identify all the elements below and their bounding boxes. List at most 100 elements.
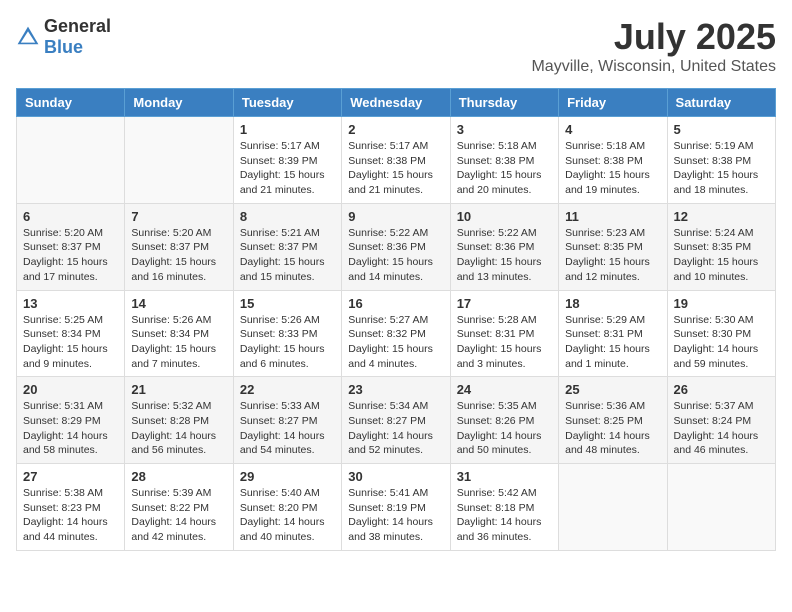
calendar-cell: 6 Sunrise: 5:20 AM Sunset: 8:37 PM Daylig… bbox=[17, 203, 125, 290]
day-number: 8 bbox=[240, 209, 335, 224]
calendar-title: July 2025 bbox=[531, 16, 776, 58]
calendar-cell: 16Sunrise: 5:27 AM Sunset: 8:32 PM Dayli… bbox=[342, 290, 450, 377]
day-info: Sunrise: 5:37 AM Sunset: 8:24 PM Dayligh… bbox=[674, 399, 769, 458]
day-info: Sunrise: 5:17 AM Sunset: 8:38 PM Dayligh… bbox=[348, 139, 443, 198]
calendar-cell: 20Sunrise: 5:31 AM Sunset: 8:29 PM Dayli… bbox=[17, 377, 125, 464]
day-number: 3 bbox=[457, 122, 552, 137]
calendar-cell: 3 Sunrise: 5:18 AM Sunset: 8:38 PM Daylig… bbox=[450, 117, 558, 204]
calendar-cell: 13Sunrise: 5:25 AM Sunset: 8:34 PM Dayli… bbox=[17, 290, 125, 377]
day-number: 28 bbox=[131, 469, 226, 484]
day-number: 27 bbox=[23, 469, 118, 484]
logo-icon bbox=[16, 25, 40, 49]
calendar-location: Mayville, Wisconsin, United States bbox=[531, 58, 776, 76]
day-number: 12 bbox=[674, 209, 769, 224]
day-number: 21 bbox=[131, 382, 226, 397]
calendar-cell: 5 Sunrise: 5:19 AM Sunset: 8:38 PM Daylig… bbox=[667, 117, 775, 204]
day-number: 26 bbox=[674, 382, 769, 397]
day-number: 22 bbox=[240, 382, 335, 397]
calendar-cell: 9 Sunrise: 5:22 AM Sunset: 8:36 PM Daylig… bbox=[342, 203, 450, 290]
day-info: Sunrise: 5:26 AM Sunset: 8:33 PM Dayligh… bbox=[240, 313, 335, 372]
logo-text-general: General bbox=[44, 16, 111, 36]
calendar-cell: 12Sunrise: 5:24 AM Sunset: 8:35 PM Dayli… bbox=[667, 203, 775, 290]
day-info: Sunrise: 5:22 AM Sunset: 8:36 PM Dayligh… bbox=[457, 226, 552, 285]
calendar-cell: 26 Sunrise: 5:37 AM Sunset: 8:24 PM Dayli… bbox=[667, 377, 775, 464]
logo-text-blue: Blue bbox=[44, 37, 83, 57]
calendar-cell: 27Sunrise: 5:38 AM Sunset: 8:23 PM Dayli… bbox=[17, 464, 125, 551]
day-info: Sunrise: 5:27 AM Sunset: 8:32 PM Dayligh… bbox=[348, 313, 443, 372]
day-of-week-header: Friday bbox=[559, 89, 667, 117]
day-info: Sunrise: 5:29 AM Sunset: 8:31 PM Dayligh… bbox=[565, 313, 660, 372]
day-info: Sunrise: 5:40 AM Sunset: 8:20 PM Dayligh… bbox=[240, 486, 335, 545]
day-info: Sunrise: 5:20 AM Sunset: 8:37 PM Dayligh… bbox=[131, 226, 226, 285]
calendar-cell: 1 Sunrise: 5:17 AM Sunset: 8:39 PM Daylig… bbox=[233, 117, 341, 204]
day-info: Sunrise: 5:18 AM Sunset: 8:38 PM Dayligh… bbox=[457, 139, 552, 198]
calendar-week-row: 27Sunrise: 5:38 AM Sunset: 8:23 PM Dayli… bbox=[17, 464, 776, 551]
calendar-cell: 24 Sunrise: 5:35 AM Sunset: 8:26 PM Dayli… bbox=[450, 377, 558, 464]
calendar-cell: 21 Sunrise: 5:32 AM Sunset: 8:28 PM Dayli… bbox=[125, 377, 233, 464]
day-info: Sunrise: 5:26 AM Sunset: 8:34 PM Dayligh… bbox=[131, 313, 226, 372]
calendar-cell: 4 Sunrise: 5:18 AM Sunset: 8:38 PM Daylig… bbox=[559, 117, 667, 204]
logo: General Blue bbox=[16, 16, 111, 58]
day-of-week-header: Saturday bbox=[667, 89, 775, 117]
calendar-cell bbox=[125, 117, 233, 204]
title-block: July 2025 Mayville, Wisconsin, United St… bbox=[531, 16, 776, 76]
day-info: Sunrise: 5:31 AM Sunset: 8:29 PM Dayligh… bbox=[23, 399, 118, 458]
calendar-cell: 23Sunrise: 5:34 AM Sunset: 8:27 PM Dayli… bbox=[342, 377, 450, 464]
day-number: 1 bbox=[240, 122, 335, 137]
day-number: 14 bbox=[131, 296, 226, 311]
day-info: Sunrise: 5:18 AM Sunset: 8:38 PM Dayligh… bbox=[565, 139, 660, 198]
calendar-week-row: 6 Sunrise: 5:20 AM Sunset: 8:37 PM Daylig… bbox=[17, 203, 776, 290]
day-number: 24 bbox=[457, 382, 552, 397]
day-number: 10 bbox=[457, 209, 552, 224]
day-number: 5 bbox=[674, 122, 769, 137]
day-info: Sunrise: 5:42 AM Sunset: 8:18 PM Dayligh… bbox=[457, 486, 552, 545]
day-info: Sunrise: 5:33 AM Sunset: 8:27 PM Dayligh… bbox=[240, 399, 335, 458]
day-number: 9 bbox=[348, 209, 443, 224]
day-info: Sunrise: 5:22 AM Sunset: 8:36 PM Dayligh… bbox=[348, 226, 443, 285]
calendar-week-row: 20Sunrise: 5:31 AM Sunset: 8:29 PM Dayli… bbox=[17, 377, 776, 464]
day-info: Sunrise: 5:36 AM Sunset: 8:25 PM Dayligh… bbox=[565, 399, 660, 458]
calendar-cell: 31Sunrise: 5:42 AM Sunset: 8:18 PM Dayli… bbox=[450, 464, 558, 551]
calendar-cell: 22 Sunrise: 5:33 AM Sunset: 8:27 PM Dayli… bbox=[233, 377, 341, 464]
calendar-cell: 17Sunrise: 5:28 AM Sunset: 8:31 PM Dayli… bbox=[450, 290, 558, 377]
calendar-table: SundayMondayTuesdayWednesdayThursdayFrid… bbox=[16, 88, 776, 551]
day-info: Sunrise: 5:32 AM Sunset: 8:28 PM Dayligh… bbox=[131, 399, 226, 458]
day-of-week-header: Wednesday bbox=[342, 89, 450, 117]
day-number: 17 bbox=[457, 296, 552, 311]
day-info: Sunrise: 5:21 AM Sunset: 8:37 PM Dayligh… bbox=[240, 226, 335, 285]
day-number: 15 bbox=[240, 296, 335, 311]
calendar-cell: 11 Sunrise: 5:23 AM Sunset: 8:35 PM Dayli… bbox=[559, 203, 667, 290]
day-info: Sunrise: 5:35 AM Sunset: 8:26 PM Dayligh… bbox=[457, 399, 552, 458]
calendar-cell: 19Sunrise: 5:30 AM Sunset: 8:30 PM Dayli… bbox=[667, 290, 775, 377]
calendar-cell: 29 Sunrise: 5:40 AM Sunset: 8:20 PM Dayli… bbox=[233, 464, 341, 551]
calendar-cell: 2Sunrise: 5:17 AM Sunset: 8:38 PM Daylig… bbox=[342, 117, 450, 204]
calendar-header-row: SundayMondayTuesdayWednesdayThursdayFrid… bbox=[17, 89, 776, 117]
calendar-cell: 30Sunrise: 5:41 AM Sunset: 8:19 PM Dayli… bbox=[342, 464, 450, 551]
day-number: 13 bbox=[23, 296, 118, 311]
calendar-cell: 8 Sunrise: 5:21 AM Sunset: 8:37 PM Daylig… bbox=[233, 203, 341, 290]
calendar-cell: 7 Sunrise: 5:20 AM Sunset: 8:37 PM Daylig… bbox=[125, 203, 233, 290]
day-number: 29 bbox=[240, 469, 335, 484]
day-info: Sunrise: 5:20 AM Sunset: 8:37 PM Dayligh… bbox=[23, 226, 118, 285]
day-info: Sunrise: 5:17 AM Sunset: 8:39 PM Dayligh… bbox=[240, 139, 335, 198]
day-of-week-header: Thursday bbox=[450, 89, 558, 117]
calendar-cell: 18Sunrise: 5:29 AM Sunset: 8:31 PM Dayli… bbox=[559, 290, 667, 377]
day-number: 11 bbox=[565, 209, 660, 224]
day-number: 25 bbox=[565, 382, 660, 397]
day-of-week-header: Monday bbox=[125, 89, 233, 117]
day-number: 19 bbox=[674, 296, 769, 311]
day-of-week-header: Sunday bbox=[17, 89, 125, 117]
day-of-week-header: Tuesday bbox=[233, 89, 341, 117]
day-number: 6 bbox=[23, 209, 118, 224]
day-number: 4 bbox=[565, 122, 660, 137]
calendar-week-row: 13Sunrise: 5:25 AM Sunset: 8:34 PM Dayli… bbox=[17, 290, 776, 377]
day-number: 7 bbox=[131, 209, 226, 224]
page-header: General Blue July 2025 Mayville, Wiscons… bbox=[16, 16, 776, 76]
calendar-cell: 10 Sunrise: 5:22 AM Sunset: 8:36 PM Dayli… bbox=[450, 203, 558, 290]
calendar-cell: 25 Sunrise: 5:36 AM Sunset: 8:25 PM Dayli… bbox=[559, 377, 667, 464]
calendar-cell bbox=[559, 464, 667, 551]
day-info: Sunrise: 5:23 AM Sunset: 8:35 PM Dayligh… bbox=[565, 226, 660, 285]
calendar-cell bbox=[667, 464, 775, 551]
day-number: 23 bbox=[348, 382, 443, 397]
day-info: Sunrise: 5:19 AM Sunset: 8:38 PM Dayligh… bbox=[674, 139, 769, 198]
